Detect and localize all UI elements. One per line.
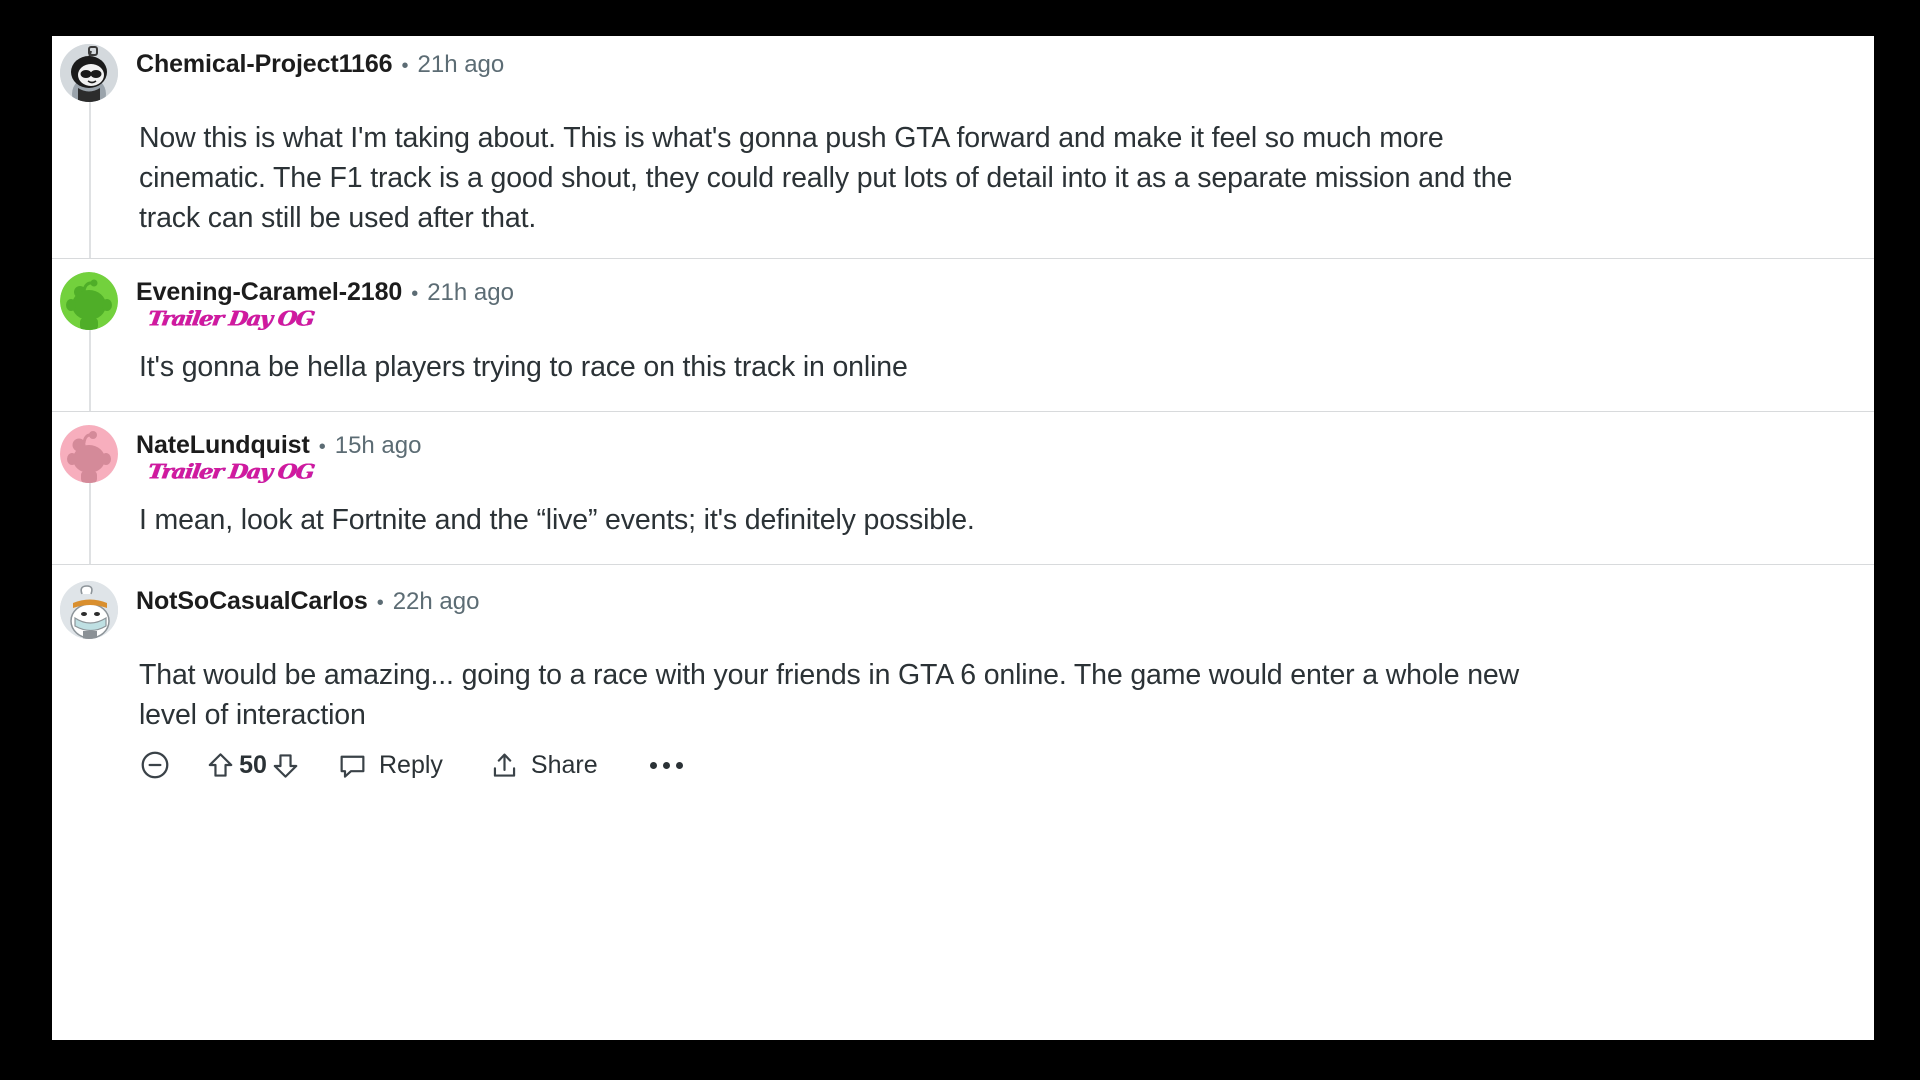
comment-header: NotSoCasualCarlos • 22h ago bbox=[52, 581, 1874, 639]
comment-text: I mean, look at Fortnite and the “live” … bbox=[139, 504, 975, 536]
circle-minus-icon bbox=[141, 751, 169, 779]
more-options-icon bbox=[649, 761, 683, 769]
downvote-arrow-icon bbox=[273, 753, 298, 778]
comment-bubble-icon bbox=[340, 755, 365, 778]
comment-author[interactable]: NotSoCasualCarlos bbox=[136, 587, 368, 616]
share-icon bbox=[493, 753, 516, 777]
author-line: Evening-Caramel-2180 • 21h ago bbox=[136, 278, 514, 307]
comment-meta: NotSoCasualCarlos • 22h ago bbox=[118, 581, 479, 616]
comment-timestamp: 21h ago bbox=[417, 51, 505, 78]
author-line: NotSoCasualCarlos • 22h ago bbox=[136, 587, 479, 616]
comment-meta: Chemical-Project1166 • 21h ago bbox=[118, 44, 504, 79]
user-flair: Trailer Day OG bbox=[146, 460, 316, 484]
author-line: NateLundquist • 15h ago bbox=[136, 431, 421, 460]
comment-text: That would be amazing... going to a race… bbox=[139, 659, 1520, 731]
vote-count: 50 bbox=[239, 750, 267, 779]
comment-action-bar: 50 Reply Share bbox=[139, 735, 1834, 791]
screenshot-root: Chemical-Project1166 • 21h ago Now this … bbox=[0, 0, 1920, 1080]
comment-body: That would be amazing... going to a race… bbox=[89, 639, 1874, 791]
comment-text: Now this is what I'm taking about. This … bbox=[139, 122, 1513, 234]
comment-meta: NateLundquist • 15h ago Trailer Day OG bbox=[118, 425, 421, 484]
comment-body: Now this is what I'm taking about. This … bbox=[89, 102, 1874, 258]
upvote-arrow-icon bbox=[208, 752, 233, 777]
comment-item: NateLundquist • 15h ago Trailer Day OG I… bbox=[52, 411, 1874, 564]
share-label: Share bbox=[530, 750, 598, 779]
reply-button[interactable]: Reply bbox=[337, 750, 443, 781]
meta-separator: • bbox=[411, 283, 419, 305]
comment-thread-card: Chemical-Project1166 • 21h ago Now this … bbox=[52, 36, 1874, 1040]
comment-item: Evening-Caramel-2180 • 21h ago Trailer D… bbox=[52, 258, 1874, 411]
comment-body: I mean, look at Fortnite and the “live” … bbox=[89, 483, 1874, 564]
upvote-button[interactable] bbox=[205, 750, 236, 781]
comment-author[interactable]: Chemical-Project1166 bbox=[136, 50, 393, 79]
comment-timestamp: 15h ago bbox=[334, 432, 422, 459]
avatar[interactable] bbox=[60, 581, 118, 639]
comment-item: Chemical-Project1166 • 21h ago Now this … bbox=[52, 36, 1874, 258]
collapse-thread-button[interactable] bbox=[139, 749, 171, 781]
meta-separator: • bbox=[376, 592, 384, 614]
reply-label: Reply bbox=[379, 750, 443, 779]
avatar[interactable] bbox=[60, 44, 118, 102]
meta-separator: • bbox=[401, 55, 409, 77]
meta-separator: • bbox=[318, 436, 326, 458]
comment-timestamp: 22h ago bbox=[392, 588, 480, 615]
comment-header: Evening-Caramel-2180 • 21h ago Trailer D… bbox=[52, 272, 1874, 331]
comment-header: Chemical-Project1166 • 21h ago bbox=[52, 44, 1874, 102]
share-button[interactable]: Share bbox=[489, 750, 598, 781]
more-options-button[interactable] bbox=[649, 761, 683, 769]
avatar[interactable] bbox=[60, 425, 118, 483]
comment-item: NotSoCasualCarlos • 22h ago That would b… bbox=[52, 564, 1874, 791]
comment-author[interactable]: Evening-Caramel-2180 bbox=[136, 278, 402, 307]
comment-author[interactable]: NateLundquist bbox=[136, 431, 310, 460]
comment-text: It's gonna be hella players trying to ra… bbox=[139, 351, 908, 383]
comment-meta: Evening-Caramel-2180 • 21h ago Trailer D… bbox=[118, 272, 514, 331]
user-flair: Trailer Day OG bbox=[146, 307, 316, 331]
avatar[interactable] bbox=[60, 272, 118, 330]
comment-header: NateLundquist • 15h ago Trailer Day OG bbox=[52, 425, 1874, 484]
downvote-button[interactable] bbox=[270, 750, 301, 781]
author-line: Chemical-Project1166 • 21h ago bbox=[136, 50, 504, 79]
comment-body: It's gonna be hella players trying to ra… bbox=[89, 330, 1874, 411]
comment-timestamp: 21h ago bbox=[427, 279, 514, 306]
